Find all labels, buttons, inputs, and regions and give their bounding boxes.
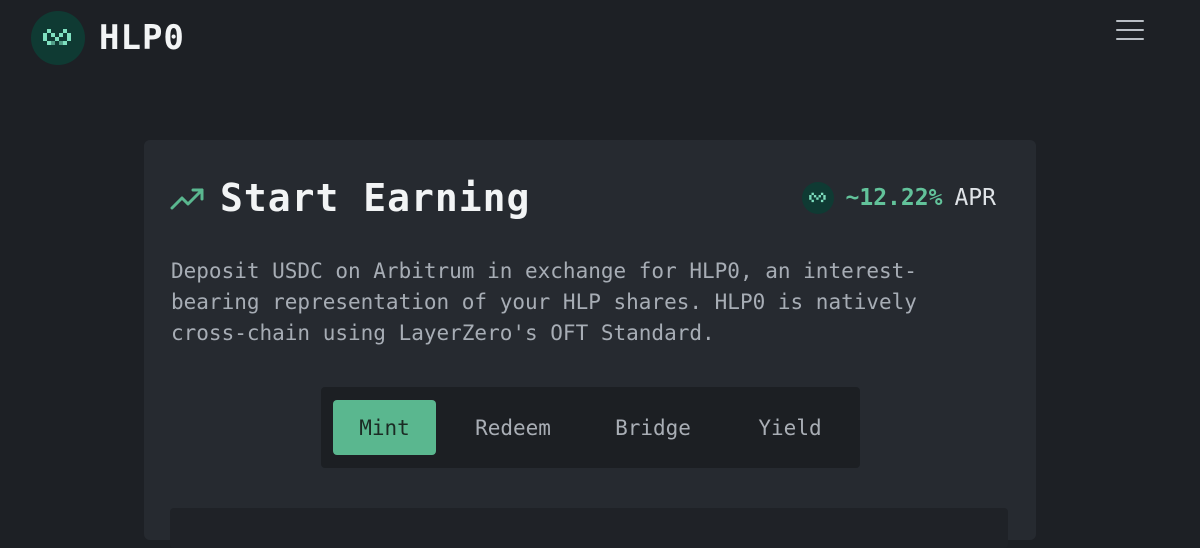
apr-value: ~12.22% [845,185,943,211]
tab-mint[interactable]: Mint [333,400,436,455]
brand-name: HLP0 [99,18,185,58]
hlp0-logo-icon [801,182,834,214]
apr-label: APR [954,185,996,211]
tab-bridge[interactable]: Bridge [593,400,713,455]
tab-yield[interactable]: Yield [731,400,849,455]
top-header: HLP0 [0,0,1200,80]
tab-content-panel [170,508,1008,548]
card-title-row: Start Earning [170,176,530,220]
hamburger-menu-icon[interactable] [1112,14,1148,46]
start-earning-card: Start Earning ~12.22% APR Deposit USDC o… [144,140,1036,548]
trending-up-icon [170,188,204,210]
card-title: Start Earning [220,176,531,220]
card-description: Deposit USDC on Arbitrum in exchange for… [171,259,917,345]
hlp0-logo-icon [31,11,85,65]
brand[interactable]: HLP0 [31,11,185,65]
tab-redeem[interactable]: Redeem [453,400,573,455]
action-tabs: Mint Redeem Bridge Yield [321,387,860,468]
apr-display: ~12.22% APR [801,182,996,214]
